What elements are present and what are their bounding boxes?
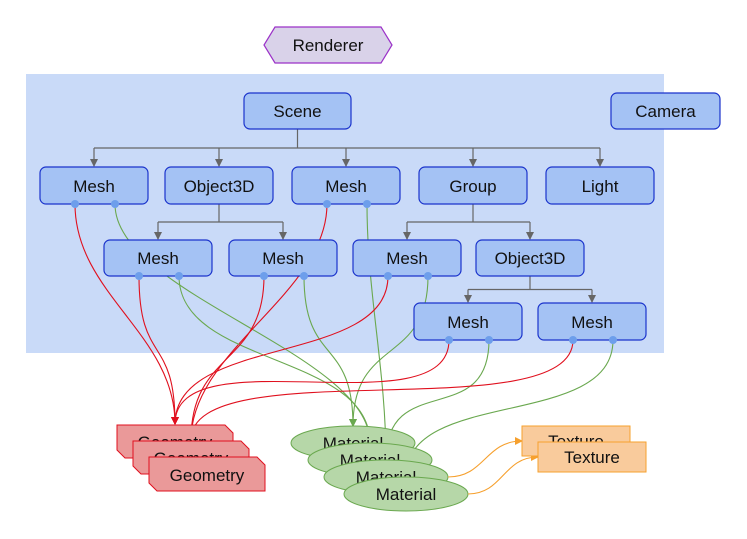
geometry-link	[187, 339, 574, 441]
mesh-node-4[interactable]: Mesh	[228, 239, 338, 277]
material-port[interactable]	[424, 272, 432, 280]
material-port[interactable]	[300, 272, 308, 280]
renderer-node[interactable]: Renderer	[263, 26, 393, 64]
object3d-node-1[interactable]: Object3D	[164, 166, 274, 205]
geometry-port[interactable]	[323, 200, 331, 208]
mesh-label: Mesh	[137, 249, 179, 268]
material-label: Material	[376, 485, 436, 504]
three-js-structure-diagram: Renderer Scene Camera Mesh Object3D Mesh…	[26, 26, 721, 512]
light-node[interactable]: Light	[545, 166, 655, 205]
material-port[interactable]	[175, 272, 183, 280]
geometry-node[interactable]: Geometry	[148, 456, 266, 492]
material-port[interactable]	[485, 336, 493, 344]
material-port[interactable]	[111, 200, 119, 208]
texture-node[interactable]: Texture	[537, 441, 647, 473]
scene-label: Scene	[273, 102, 321, 121]
mesh-node-3[interactable]: Mesh	[103, 239, 213, 277]
geometry-port[interactable]	[384, 272, 392, 280]
texture-stack: Texture Texture	[521, 425, 647, 473]
camera-label: Camera	[635, 102, 696, 121]
material-port[interactable]	[609, 336, 617, 344]
mesh-node-6[interactable]: Mesh	[413, 302, 523, 341]
mesh-label: Mesh	[262, 249, 304, 268]
group-label: Group	[449, 177, 496, 196]
material-node[interactable]: Material	[343, 476, 469, 512]
mesh-node-1[interactable]: Mesh	[39, 166, 149, 205]
mesh-label: Mesh	[73, 177, 115, 196]
object3d-label: Object3D	[495, 249, 566, 268]
geometry-stack: Geometry Geometry Geometry	[116, 424, 266, 492]
mesh-node-5[interactable]: Mesh	[352, 239, 462, 277]
group-node[interactable]: Group	[418, 166, 528, 205]
scene-node[interactable]: Scene	[243, 92, 352, 130]
geometry-port[interactable]	[135, 272, 143, 280]
texture-label: Texture	[564, 448, 620, 467]
object3d-label: Object3D	[184, 177, 255, 196]
material-stack: Material Material Material Material	[290, 425, 469, 512]
light-label: Light	[582, 177, 619, 196]
object3d-node-2[interactable]: Object3D	[475, 239, 585, 277]
geometry-port[interactable]	[445, 336, 453, 344]
texture-link	[467, 453, 539, 495]
geometry-label: Geometry	[170, 466, 245, 485]
camera-node[interactable]: Camera	[610, 92, 721, 130]
geometry-port[interactable]	[569, 336, 577, 344]
mesh-node-7[interactable]: Mesh	[537, 302, 647, 341]
mesh-label: Mesh	[386, 249, 428, 268]
renderer-label: Renderer	[293, 36, 364, 55]
mesh-label: Mesh	[447, 313, 489, 332]
geometry-port[interactable]	[260, 272, 268, 280]
mesh-node-2[interactable]: Mesh	[291, 166, 401, 205]
mesh-label: Mesh	[571, 313, 613, 332]
texture-link	[447, 437, 523, 478]
material-port[interactable]	[363, 200, 371, 208]
mesh-label: Mesh	[325, 177, 367, 196]
geometry-port[interactable]	[71, 200, 79, 208]
